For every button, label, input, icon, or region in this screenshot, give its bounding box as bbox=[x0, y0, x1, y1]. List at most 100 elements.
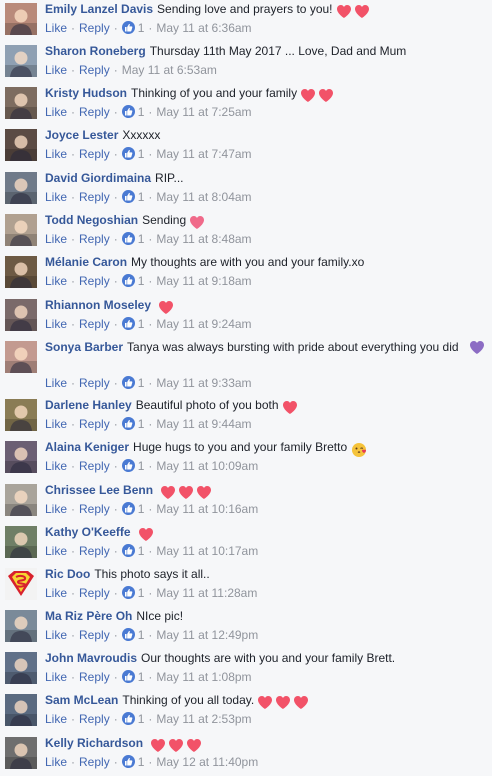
comment-author-link[interactable]: Sonya Barber bbox=[45, 340, 123, 354]
reply-button[interactable]: Reply bbox=[79, 147, 110, 161]
like-button[interactable]: Like bbox=[45, 190, 67, 204]
reply-button[interactable]: Reply bbox=[79, 502, 110, 516]
thumbs-up-icon[interactable] bbox=[121, 21, 135, 34]
avatar[interactable] bbox=[5, 172, 37, 204]
comment-author-link[interactable]: Emily Lanzel Davis bbox=[45, 2, 153, 16]
like-button[interactable]: Like bbox=[45, 586, 67, 600]
comment-timestamp[interactable]: May 11 at 9:33am bbox=[156, 376, 251, 390]
avatar[interactable] bbox=[5, 341, 37, 373]
avatar[interactable] bbox=[5, 694, 37, 726]
avatar[interactable] bbox=[5, 652, 37, 684]
reaction-count[interactable]: 1 bbox=[138, 376, 145, 390]
thumbs-up-icon[interactable] bbox=[121, 586, 135, 599]
reaction-count[interactable]: 1 bbox=[138, 417, 145, 431]
comment-timestamp[interactable]: May 11 at 12:49pm bbox=[156, 628, 258, 642]
reaction-count[interactable]: 1 bbox=[138, 459, 145, 473]
thumbs-up-icon[interactable] bbox=[121, 105, 135, 118]
like-button[interactable]: Like bbox=[45, 670, 67, 684]
reaction-count[interactable]: 1 bbox=[138, 755, 145, 769]
like-button[interactable]: Like bbox=[45, 628, 67, 642]
reaction-count[interactable]: 1 bbox=[138, 105, 145, 119]
like-button[interactable]: Like bbox=[45, 232, 67, 246]
comment-timestamp[interactable]: May 11 at 9:24am bbox=[156, 317, 251, 331]
comment-author-link[interactable]: Ric Doo bbox=[45, 567, 90, 581]
reply-button[interactable]: Reply bbox=[79, 544, 110, 558]
reply-button[interactable]: Reply bbox=[79, 755, 110, 769]
comment-timestamp[interactable]: May 11 at 6:36am bbox=[156, 21, 251, 35]
reaction-count[interactable]: 1 bbox=[138, 586, 145, 600]
avatar[interactable] bbox=[5, 484, 37, 516]
reaction-count[interactable]: 1 bbox=[138, 190, 145, 204]
reply-button[interactable]: Reply bbox=[79, 417, 110, 431]
avatar[interactable] bbox=[5, 399, 37, 431]
thumbs-up-icon[interactable] bbox=[121, 670, 135, 683]
like-button[interactable]: Like bbox=[45, 376, 67, 390]
reaction-count[interactable]: 1 bbox=[138, 274, 145, 288]
comment-author-link[interactable]: Chrissee Lee Benn bbox=[45, 483, 153, 497]
reply-button[interactable]: Reply bbox=[79, 21, 110, 35]
like-button[interactable]: Like bbox=[45, 417, 67, 431]
reply-button[interactable]: Reply bbox=[79, 274, 110, 288]
thumbs-up-icon[interactable] bbox=[121, 376, 135, 389]
reaction-count[interactable]: 1 bbox=[138, 232, 145, 246]
comment-author-link[interactable]: Ma Riz Père Oh bbox=[45, 609, 132, 623]
comment-timestamp[interactable]: May 11 at 9:18am bbox=[156, 274, 251, 288]
reaction-count[interactable]: 1 bbox=[138, 544, 145, 558]
reply-button[interactable]: Reply bbox=[79, 670, 110, 684]
comment-author-link[interactable]: David Giordimaina bbox=[45, 171, 151, 185]
avatar[interactable] bbox=[5, 214, 37, 246]
comment-author-link[interactable]: Sharon Roneberg bbox=[45, 44, 146, 58]
avatar[interactable] bbox=[5, 526, 37, 558]
thumbs-up-icon[interactable] bbox=[121, 502, 135, 515]
reaction-count[interactable]: 1 bbox=[138, 147, 145, 161]
avatar[interactable] bbox=[5, 299, 37, 331]
thumbs-up-icon[interactable] bbox=[121, 459, 135, 472]
avatar[interactable] bbox=[5, 129, 37, 161]
comment-author-link[interactable]: Todd Negoshian bbox=[45, 213, 138, 227]
like-button[interactable]: Like bbox=[45, 317, 67, 331]
comment-author-link[interactable]: Mélanie Caron bbox=[45, 255, 127, 269]
thumbs-up-icon[interactable] bbox=[121, 317, 135, 330]
comment-timestamp[interactable]: May 11 at 8:04am bbox=[156, 190, 251, 204]
comment-timestamp[interactable]: May 11 at 10:17am bbox=[156, 544, 258, 558]
reply-button[interactable]: Reply bbox=[79, 232, 110, 246]
like-button[interactable]: Like bbox=[45, 21, 67, 35]
comment-author-link[interactable]: Joyce Lester bbox=[45, 128, 118, 142]
reply-button[interactable]: Reply bbox=[79, 105, 110, 119]
avatar[interactable] bbox=[5, 441, 37, 473]
avatar[interactable] bbox=[5, 3, 37, 35]
like-button[interactable]: Like bbox=[45, 459, 67, 473]
thumbs-up-icon[interactable] bbox=[121, 232, 135, 245]
comment-author-link[interactable]: Kelly Richardson bbox=[45, 736, 143, 750]
thumbs-up-icon[interactable] bbox=[121, 147, 135, 160]
comment-timestamp[interactable]: May 11 at 10:09am bbox=[156, 459, 258, 473]
comment-timestamp[interactable]: May 11 at 9:44am bbox=[156, 417, 251, 431]
comment-author-link[interactable]: Kathy O'Keeffe bbox=[45, 525, 131, 539]
comment-timestamp[interactable]: May 11 at 7:25am bbox=[156, 105, 251, 119]
thumbs-up-icon[interactable] bbox=[121, 544, 135, 557]
reaction-count[interactable]: 1 bbox=[138, 670, 145, 684]
comment-timestamp[interactable]: May 11 at 7:47am bbox=[156, 147, 251, 161]
comment-author-link[interactable]: Alaina Keniger bbox=[45, 440, 129, 454]
thumbs-up-icon[interactable] bbox=[121, 417, 135, 430]
reply-button[interactable]: Reply bbox=[79, 376, 110, 390]
comment-timestamp[interactable]: May 11 at 8:48am bbox=[156, 232, 251, 246]
avatar[interactable] bbox=[5, 610, 37, 642]
like-button[interactable]: Like bbox=[45, 502, 67, 516]
like-button[interactable]: Like bbox=[45, 63, 67, 77]
avatar[interactable] bbox=[5, 87, 37, 119]
avatar[interactable] bbox=[5, 568, 37, 600]
like-button[interactable]: Like bbox=[45, 274, 67, 288]
comment-timestamp[interactable]: May 11 at 6:53am bbox=[122, 63, 217, 77]
comment-timestamp[interactable]: May 11 at 1:08pm bbox=[156, 670, 251, 684]
reaction-count[interactable]: 1 bbox=[138, 628, 145, 642]
reaction-count[interactable]: 1 bbox=[138, 712, 145, 726]
like-button[interactable]: Like bbox=[45, 755, 67, 769]
reaction-count[interactable]: 1 bbox=[138, 317, 145, 331]
avatar[interactable] bbox=[5, 737, 37, 769]
reply-button[interactable]: Reply bbox=[79, 317, 110, 331]
comment-author-link[interactable]: Darlene Hanley bbox=[45, 398, 132, 412]
comment-author-link[interactable]: Rhiannon Moseley bbox=[45, 298, 151, 312]
thumbs-up-icon[interactable] bbox=[121, 274, 135, 287]
comment-timestamp[interactable]: May 11 at 11:28am bbox=[156, 586, 257, 600]
